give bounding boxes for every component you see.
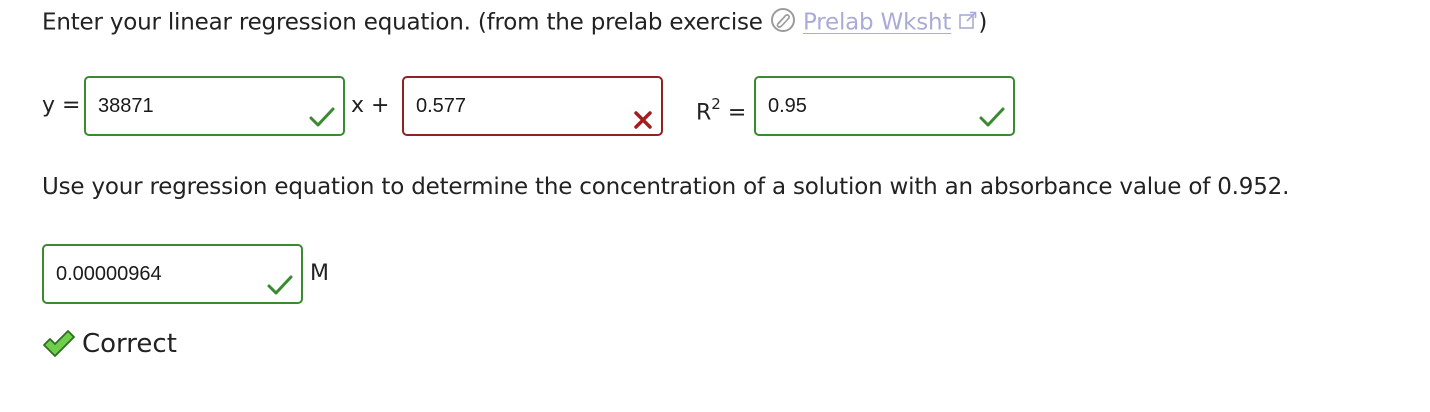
feedback-label: Correct bbox=[82, 329, 177, 359]
checkmark-icon bbox=[309, 94, 335, 150]
prelab-worksheet-link[interactable]: Prelab Wksht bbox=[803, 10, 951, 36]
checkmark-icon bbox=[979, 94, 1005, 150]
r-squared-label: R2 = bbox=[696, 95, 747, 126]
intercept-value: 0.577 bbox=[416, 95, 467, 117]
question-1-text: Enter your linear regression equation. (… bbox=[42, 7, 987, 39]
y-equals-label: y = bbox=[42, 93, 81, 118]
unit-label: M bbox=[310, 261, 329, 286]
slope-value: 38871 bbox=[98, 95, 154, 117]
slope-input[interactable]: 38871 bbox=[84, 76, 345, 136]
question-2-text: Use your regression equation to determin… bbox=[42, 174, 1290, 200]
cross-icon bbox=[633, 96, 653, 152]
concentration-input[interactable]: 0.00000964 bbox=[42, 244, 303, 304]
checkmark-icon bbox=[267, 262, 293, 318]
correct-check-icon bbox=[42, 330, 76, 362]
r-squared-value: 0.95 bbox=[768, 95, 807, 117]
regression-equation-row: y = 38871 x + 0.577 R2 = 0.95 bbox=[42, 76, 1142, 136]
paperclip-icon bbox=[770, 7, 796, 39]
question-1-prompt: Enter your linear regression equation. (… bbox=[42, 9, 763, 36]
r-squared-input[interactable]: 0.95 bbox=[754, 76, 1015, 136]
concentration-value: 0.00000964 bbox=[56, 263, 162, 285]
closing-paren: ) bbox=[978, 9, 988, 36]
external-link-icon[interactable] bbox=[958, 10, 978, 36]
x-plus-label: x + bbox=[351, 93, 390, 118]
intercept-input[interactable]: 0.577 bbox=[402, 76, 663, 136]
